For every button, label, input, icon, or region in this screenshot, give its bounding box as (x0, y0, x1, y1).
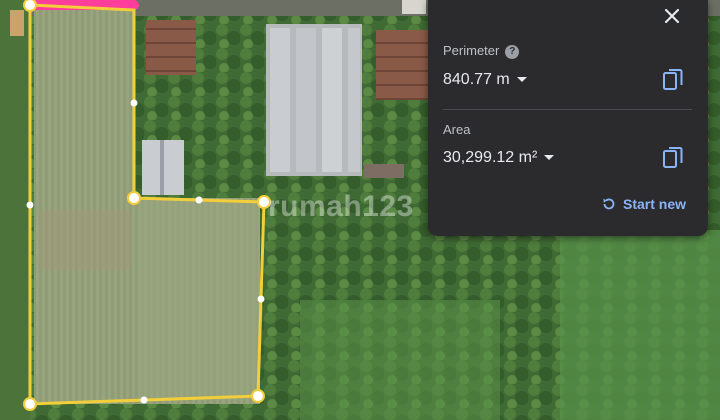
start-new-button[interactable]: Start new (601, 196, 686, 212)
restart-icon (603, 198, 615, 210)
polygon-vertex[interactable] (23, 397, 37, 411)
close-icon[interactable] (660, 4, 684, 28)
help-circle-icon[interactable]: ? (505, 44, 520, 59)
area-value: 30,299.12 m² (443, 149, 538, 166)
polygon-midpoint[interactable] (195, 196, 203, 204)
chevron-down-icon (544, 155, 555, 161)
chevron-down-icon (516, 77, 527, 83)
area-label: Area (443, 122, 471, 137)
polygon-vertex[interactable] (23, 0, 37, 12)
perimeter-unit-dropdown[interactable]: 840.77 m (443, 71, 527, 89)
copy-icon[interactable] (662, 146, 684, 170)
area-unit-dropdown[interactable]: 30,299.12 m² (443, 149, 555, 167)
perimeter-value: 840.77 m (443, 71, 510, 88)
polygon-midpoint[interactable] (140, 396, 148, 404)
polygon-midpoint[interactable] (26, 201, 34, 209)
polygon-vertex[interactable] (251, 389, 265, 403)
watermark-text: rumah123 (268, 190, 414, 223)
copy-icon[interactable] (662, 68, 684, 92)
perimeter-label-row: Perimeter? (443, 43, 520, 59)
polygon-midpoint[interactable] (130, 99, 138, 107)
polygon-midpoint[interactable] (257, 295, 265, 303)
polygon-vertex[interactable] (127, 191, 141, 205)
start-new-label: Start new (622, 196, 686, 212)
perimeter-label: Perimeter (443, 43, 500, 58)
measure-distance-panel: Perimeter? 840.77 m Area 30,299.12 m² St… (428, 0, 708, 236)
divider (443, 109, 692, 110)
